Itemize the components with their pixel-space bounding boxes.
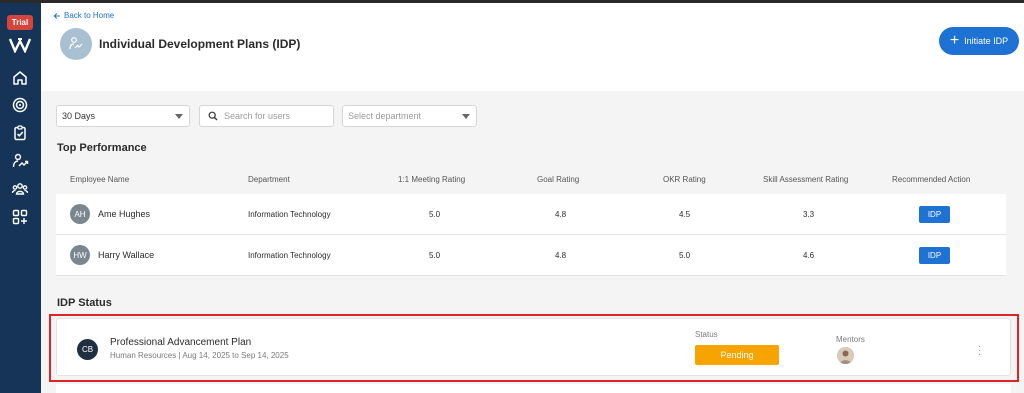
initiate-idp-label: Initiate IDP [964,36,1009,46]
apps-add-icon[interactable] [11,208,29,226]
idp-avatar [60,28,92,60]
plus-icon: + [949,32,960,49]
table-row: HW Harry Wallace Information Technology … [56,235,1006,276]
home-icon[interactable] [11,69,29,87]
trial-badge: Trial [7,15,33,30]
growth-person-icon [69,37,83,50]
next-card-edge [56,384,1011,393]
clipboard-check-icon[interactable] [11,124,29,142]
initiate-idp-button[interactable]: + Initiate IDP [939,27,1019,55]
table-header: Employee Name Department 1:1 Meeting Rat… [56,165,1006,194]
employee-cell: AH Ame Hughes [70,204,150,224]
sidebar: Trial [0,3,41,393]
avatar: AH [70,204,90,224]
top-performance-title: Top Performance [57,142,147,154]
col-meeting-rating: 1:1 Meeting Rating [398,175,466,184]
employee-name: Harry Wallace [98,250,155,260]
department-select[interactable]: Select department [342,105,477,127]
target-icon[interactable] [11,96,29,114]
idp-status-title: IDP Status [57,297,112,309]
search-icon [208,111,218,121]
period-select[interactable]: 30 Days [56,105,190,127]
arrow-left-icon [53,12,60,19]
skill-rating-cell: 3.3 [803,209,815,219]
search-input[interactable]: Search for users [199,105,334,127]
page-title: Individual Development Plans (IDP) [99,37,301,51]
back-label: Back to Home [64,11,115,20]
period-value: 30 Days [62,111,96,121]
highlight-box [49,314,1019,382]
col-goal-rating: Goal Rating [537,175,580,184]
table-row: AH Ame Hughes Information Technology 5.0… [56,194,1006,235]
meeting-rating-cell: 5.0 [429,250,441,260]
goal-rating-cell: 4.8 [555,250,567,260]
page-header: Back to Home Individual Development Plan… [41,3,1024,91]
meeting-rating-cell: 5.0 [429,209,441,219]
chevron-down-icon [462,114,470,119]
employee-cell: HW Harry Wallace [70,245,154,265]
okr-rating-cell: 4.5 [679,209,691,219]
goal-rating-cell: 4.8 [555,209,567,219]
team-icon[interactable] [11,180,29,198]
back-to-home-link[interactable]: Back to Home [53,11,114,20]
chevron-down-icon [175,114,183,119]
employee-name: Ame Hughes [98,209,151,219]
col-recommended-action: Recommended Action [892,175,971,184]
skill-rating-cell: 4.6 [803,250,815,260]
department-placeholder: Select department [348,111,422,121]
okr-rating-cell: 5.0 [679,250,691,260]
idp-button[interactable]: IDP [919,246,950,264]
brand-logo [9,38,31,53]
col-employee-name: Employee Name [70,175,130,184]
growth-person-icon[interactable] [11,152,29,170]
search-placeholder: Search for users [224,111,291,121]
avatar: HW [70,245,90,265]
col-department: Department [248,175,290,184]
col-skill-rating: Skill Assessment Rating [763,175,849,184]
top-performance-table: Employee Name Department 1:1 Meeting Rat… [56,165,1006,276]
col-okr-rating: OKR Rating [663,175,706,184]
idp-button[interactable]: IDP [919,205,950,223]
department-cell: Information Technology [248,250,331,260]
department-cell: Information Technology [248,209,331,219]
